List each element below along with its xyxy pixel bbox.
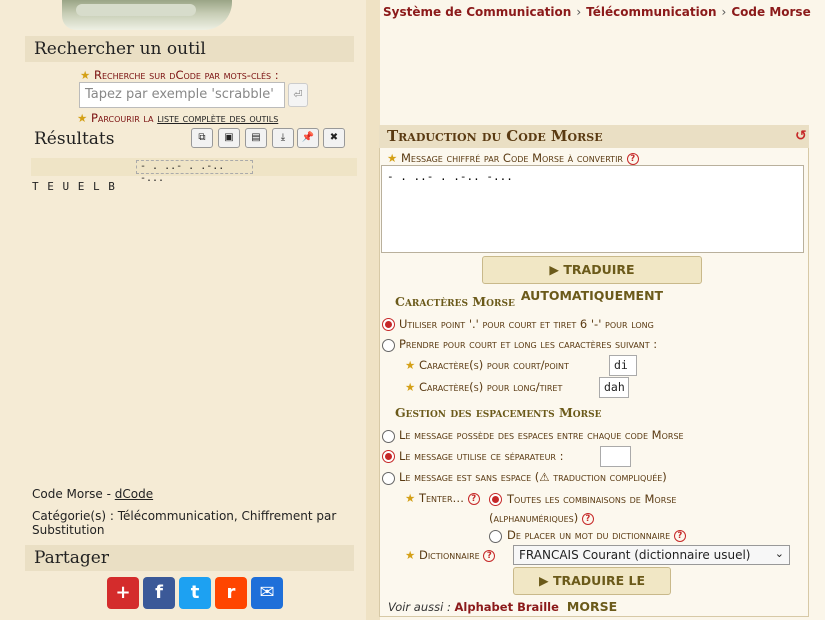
reset-icon[interactable]: ↺ [795,128,807,144]
enter-icon[interactable]: ⏎ [288,83,308,107]
radio-all-combinations[interactable] [489,493,502,506]
dict-label: ★ Dictionnaire ? [405,548,496,562]
short-char-label: ★ Caractère(s) pour court/point [405,358,569,372]
help-icon[interactable]: ? [673,529,686,542]
share-title: Partager [25,545,354,571]
help-icon[interactable]: ? [483,549,496,562]
see-also-label: Voir aussi : [388,600,455,614]
spacing-heading: Gestion des espacements Morse [395,405,602,420]
breadcrumb-separator: › [576,5,582,19]
help-icon[interactable]: ? [467,492,480,505]
radio-dictionary-word[interactable] [489,530,502,543]
dict-label-text: Dictionnaire [418,548,480,562]
close-icon[interactable]: ✖ [323,128,345,148]
star-icon: ★ [80,68,91,82]
star-icon: ★ [77,111,88,125]
try-label: ★ Tenter… ? [405,491,480,505]
breadcrumb-item[interactable]: Télécommunication [586,5,716,19]
keywords-label: ★ Recherche sur dCode par mots-clés : [80,68,279,82]
search-input[interactable]: Tapez par exemple 'scrabble' [79,82,285,108]
opt-standard-label: Utiliser point '.' pour court et tiret 6… [399,317,654,331]
star-icon: ★ [405,358,416,372]
try-opt1-sub-text: (alphanumériques) [489,511,579,525]
try-label-text: Tenter… [418,491,465,505]
share-email-icon[interactable]: ✉ [251,577,283,609]
share-twitter-icon[interactable]: t [179,577,211,609]
code-label: Code Morse - [32,487,115,501]
code-source: Code Morse - dCode [32,487,153,501]
results-input-echo: - . ..- . .-.. -... [31,158,357,184]
try-opt1-sub: (alphanumériques) ? [489,511,594,525]
browse-tools-link[interactable]: liste complète des outils [157,111,278,125]
radio-custom-chars[interactable] [382,339,395,352]
auto-translate-button[interactable]: ▶ TRADUIRE AUTOMATIQUEMENT [482,256,702,303]
try-opt1-label: Toutes les combinaisons de Morse [507,492,677,506]
category-text: Catégorie(s) : Télécommunication, Chiffr… [32,509,337,537]
save-icon[interactable]: ▣ [218,128,240,148]
radio-no-space[interactable] [382,472,395,485]
header-image [62,0,232,30]
long-char-label: ★ Caractère(s) pour long/tiret [405,380,562,394]
star-icon: ★ [405,491,416,505]
keywords-label-text: Recherche sur dCode par mots-clés : [93,68,279,82]
radio-space-separated[interactable] [382,430,395,443]
space-opt3-label: Le message est sans espace (⚠ traduction… [399,470,667,484]
morse-echo-text: - . ..- . .-.. -... [136,160,253,184]
star-icon: ★ [387,151,398,165]
copy-icon[interactable]: ⧉ [191,128,213,148]
long-char-input[interactable]: dah [599,377,629,398]
star-icon: ★ [405,548,416,562]
share-facebook-icon[interactable]: f [143,577,175,609]
share-addthis-icon[interactable]: + [107,577,139,609]
column-divider [366,0,380,620]
message-label-text: Message chiffré par Code Morse à convert… [400,151,623,165]
browse-prefix: Parcourir la [90,111,158,125]
see-also: Voir aussi : Alphabet Braille [388,600,559,614]
left-sidebar: Rechercher un outil ★ Recherche sur dCod… [0,0,366,620]
try-opt2-label: De placer un mot du dictionnaire ? [507,528,686,542]
space-opt1-label: Le message possède des espaces entre cha… [399,428,684,442]
breadcrumb-separator: › [721,5,727,19]
pin-icon[interactable]: 📌 [297,128,319,148]
translate-morse-button[interactable]: ▶ TRADUIRE LE MORSE [513,567,671,614]
star-icon: ★ [405,380,416,394]
chevron-down-icon: ⌄ [774,547,784,560]
separator-input[interactable] [600,446,631,467]
opt-custom-label: Prendre pour court et long les caractère… [399,337,658,351]
breadcrumb-item[interactable]: Système de Communication [383,5,571,19]
result-text: T E U E L B [32,180,116,193]
dictionary-select-value: FRANCAIS Courant (dictionnaire usuel) [519,548,751,562]
share-reddit-icon[interactable]: r [215,577,247,609]
browse-tools: ★ Parcourir la liste complète des outils [77,111,278,125]
print-icon[interactable]: ▤ [245,128,267,148]
search-section-title: Rechercher un outil [25,36,354,62]
breadcrumb-item[interactable]: Code Morse [731,5,810,19]
long-char-label-text: Caractère(s) pour long/tiret [418,380,563,394]
dictionary-select[interactable]: FRANCAIS Courant (dictionnaire usuel) ⌄ [513,545,790,565]
radio-custom-separator[interactable] [382,450,395,463]
try-opt2-text: De placer un mot du dictionnaire [507,528,671,542]
translator-title: Traduction du Code Morse [379,125,809,148]
space-opt2-label: Le message utilise ce séparateur : [399,449,564,463]
help-icon[interactable]: ? [581,512,594,525]
breadcrumb: Système de Communication › Télécommunicati… [383,5,811,19]
dcode-link[interactable]: dCode [115,487,153,501]
short-char-input[interactable]: di [609,355,637,376]
help-icon[interactable]: ? [626,152,639,165]
braille-link[interactable]: Alphabet Braille [455,600,559,614]
morse-message-textarea[interactable]: - . ..- . .-.. -... [381,165,804,253]
chars-heading: Caractères Morse [395,294,515,309]
message-label: ★ Message chiffré par Code Morse à conve… [387,151,639,165]
radio-standard-chars[interactable] [382,318,395,331]
download-icon[interactable]: ⤓ [272,128,294,148]
short-char-label-text: Caractère(s) pour court/point [418,358,569,372]
